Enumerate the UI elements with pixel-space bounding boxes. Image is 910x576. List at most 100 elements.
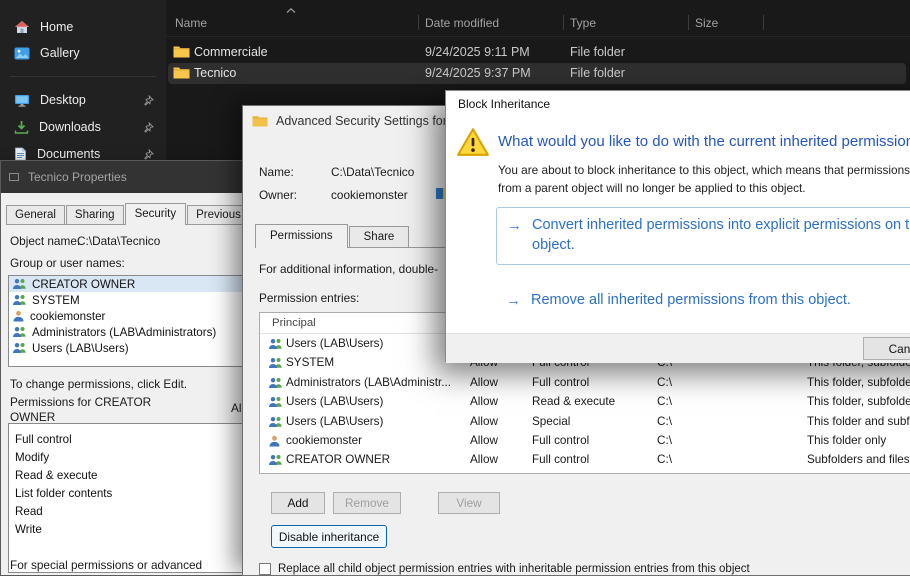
cell-inherited-from: C:\ [657, 376, 672, 389]
cell-inherited-from: C:\ [657, 395, 672, 408]
table-row[interactable]: cookiemonster Allow Full control C:\ Thi… [260, 431, 910, 450]
documents-icon [14, 147, 27, 161]
remove-button[interactable]: Remove [333, 492, 401, 514]
block-footer [446, 333, 910, 363]
convert-permissions-option[interactable]: → Convert inherited permissions into exp… [496, 207, 910, 265]
column-header-date[interactable]: Date modified [425, 16, 499, 30]
block-title-bar[interactable]: Block Inheritance [446, 91, 910, 117]
cell-type: Allow [470, 395, 498, 408]
group-icon [12, 326, 27, 338]
tab-general[interactable]: General [6, 205, 65, 224]
group-icon [268, 377, 283, 389]
group-name: SYSTEM [32, 294, 80, 307]
file-date: 9/24/2025 9:37 PM [425, 66, 531, 80]
table-row[interactable]: Users (LAB\Users) Allow Special C:\ This… [260, 412, 910, 431]
group-item[interactable]: Users (LAB\Users) [9, 340, 244, 356]
cell-principal: Administrators (LAB\Administr... [286, 376, 451, 389]
cell-access: Full control [532, 453, 589, 466]
name-value: C:\Data\Tecnico [331, 165, 414, 179]
sidebar-item-label: Downloads [39, 120, 101, 134]
permission-list: Full control Modify Read & execute List … [8, 423, 245, 573]
cell-type: Allow [470, 453, 498, 466]
replace-permissions-checkbox[interactable] [259, 563, 271, 575]
pin-icon [143, 149, 154, 160]
dialog-icon [8, 171, 20, 183]
home-icon [14, 20, 30, 34]
cell-access: Full control [532, 434, 589, 447]
permission-item[interactable]: Read & execute [9, 466, 244, 484]
group-icon [12, 342, 27, 354]
object-name-value: C:\Data\Tecnico [77, 234, 160, 248]
permission-item[interactable]: Read [9, 502, 244, 520]
column-divider[interactable] [763, 15, 764, 30]
tab-permissions[interactable]: Permissions [255, 224, 348, 248]
object-name-label: Object name: [10, 234, 80, 248]
pin-icon [143, 95, 154, 106]
cell-type: Allow [470, 434, 498, 447]
cell-principal: cookiemonster [286, 434, 362, 447]
cell-principal: Users (LAB\Users) [286, 415, 383, 428]
cell-inherited-from: C:\ [657, 415, 672, 428]
owner-label: Owner: [259, 188, 297, 202]
sidebar-item-downloads[interactable]: Downloads [4, 114, 162, 140]
allow-column-label: Al [231, 401, 242, 415]
group-item[interactable]: SYSTEM [9, 292, 244, 308]
group-item[interactable]: cookiemonster [9, 308, 244, 324]
group-icon [12, 278, 27, 290]
command-link-arrow-icon: → [507, 216, 522, 236]
group-icon [268, 416, 283, 428]
group-name: Users (LAB\Users) [32, 342, 129, 355]
file-row-tecnico[interactable]: Tecnico 9/24/2025 9:37 PM File folder [168, 63, 906, 84]
table-row[interactable]: CREATOR OWNER Allow Full control C:\ Sub… [260, 450, 910, 469]
cell-type: Allow [470, 376, 498, 389]
column-divider[interactable] [688, 15, 689, 30]
sidebar-item-gallery[interactable]: Gallery [4, 40, 162, 66]
group-icon [268, 357, 283, 369]
header-principal[interactable]: Principal [272, 317, 316, 329]
gallery-icon [14, 47, 30, 60]
group-icon [12, 294, 27, 306]
cell-principal: Users (LAB\Users) [286, 337, 383, 350]
file-date: 9/24/2025 9:11 PM [425, 45, 530, 59]
group-item[interactable]: Administrators (LAB\Administrators) [9, 324, 244, 340]
properties-tabs: General Sharing Security Previous Versio… [6, 203, 256, 225]
table-row[interactable]: Users (LAB\Users) Allow Read & execute C… [260, 392, 910, 411]
cell-access: Special [532, 415, 570, 428]
user-icon [268, 435, 281, 447]
sidebar-item-home[interactable]: Home [4, 14, 162, 40]
permission-item[interactable]: Modify [9, 448, 244, 466]
file-row-commerciale[interactable]: Commerciale 9/24/2025 9:11 PM File folde… [168, 42, 906, 63]
remove-permissions-option[interactable]: → Remove all inherited permissions from … [496, 283, 910, 319]
permission-item[interactable]: Write [9, 520, 244, 538]
sidebar-item-label: Home [40, 20, 73, 34]
column-divider[interactable] [563, 15, 564, 30]
column-header-size[interactable]: Size [695, 16, 718, 30]
properties-dialog: Tecnico Properties General Sharing Secur… [0, 160, 258, 576]
file-name: Commerciale [194, 45, 268, 59]
add-button[interactable]: Add [271, 492, 325, 514]
permission-item[interactable]: List folder contents [9, 484, 244, 502]
folder-icon [252, 115, 268, 127]
column-divider[interactable] [418, 15, 419, 30]
cell-access: Full control [532, 376, 589, 389]
tab-share[interactable]: Share [349, 226, 410, 247]
properties-title-bar[interactable]: Tecnico Properties [1, 161, 257, 193]
column-header-type[interactable]: Type [570, 16, 596, 30]
view-button[interactable]: View [438, 492, 500, 514]
tab-security[interactable]: Security [125, 203, 187, 225]
desktop-icon [14, 94, 30, 107]
convert-permissions-label: Convert inherited permissions into expli… [532, 216, 910, 255]
group-item[interactable]: CREATOR OWNER [9, 276, 244, 292]
tab-sharing[interactable]: Sharing [66, 205, 124, 224]
disable-inheritance-button[interactable]: Disable inheritance [271, 525, 387, 548]
block-body-text: You are about to block inheritance to th… [498, 161, 910, 198]
table-row[interactable]: Administrators (LAB\Administr... Allow F… [260, 373, 910, 392]
column-header-name[interactable]: Name [175, 16, 207, 30]
cell-principal: SYSTEM [286, 356, 334, 369]
cell-inherited-from: C:\ [657, 453, 672, 466]
cell-applies-to: This folder, subfolders and files [807, 376, 910, 389]
permission-item[interactable]: Full control [9, 430, 244, 448]
cancel-button[interactable]: Cancel [863, 337, 910, 360]
group-name: cookiemonster [30, 310, 105, 323]
sidebar-item-desktop[interactable]: Desktop [4, 87, 162, 113]
